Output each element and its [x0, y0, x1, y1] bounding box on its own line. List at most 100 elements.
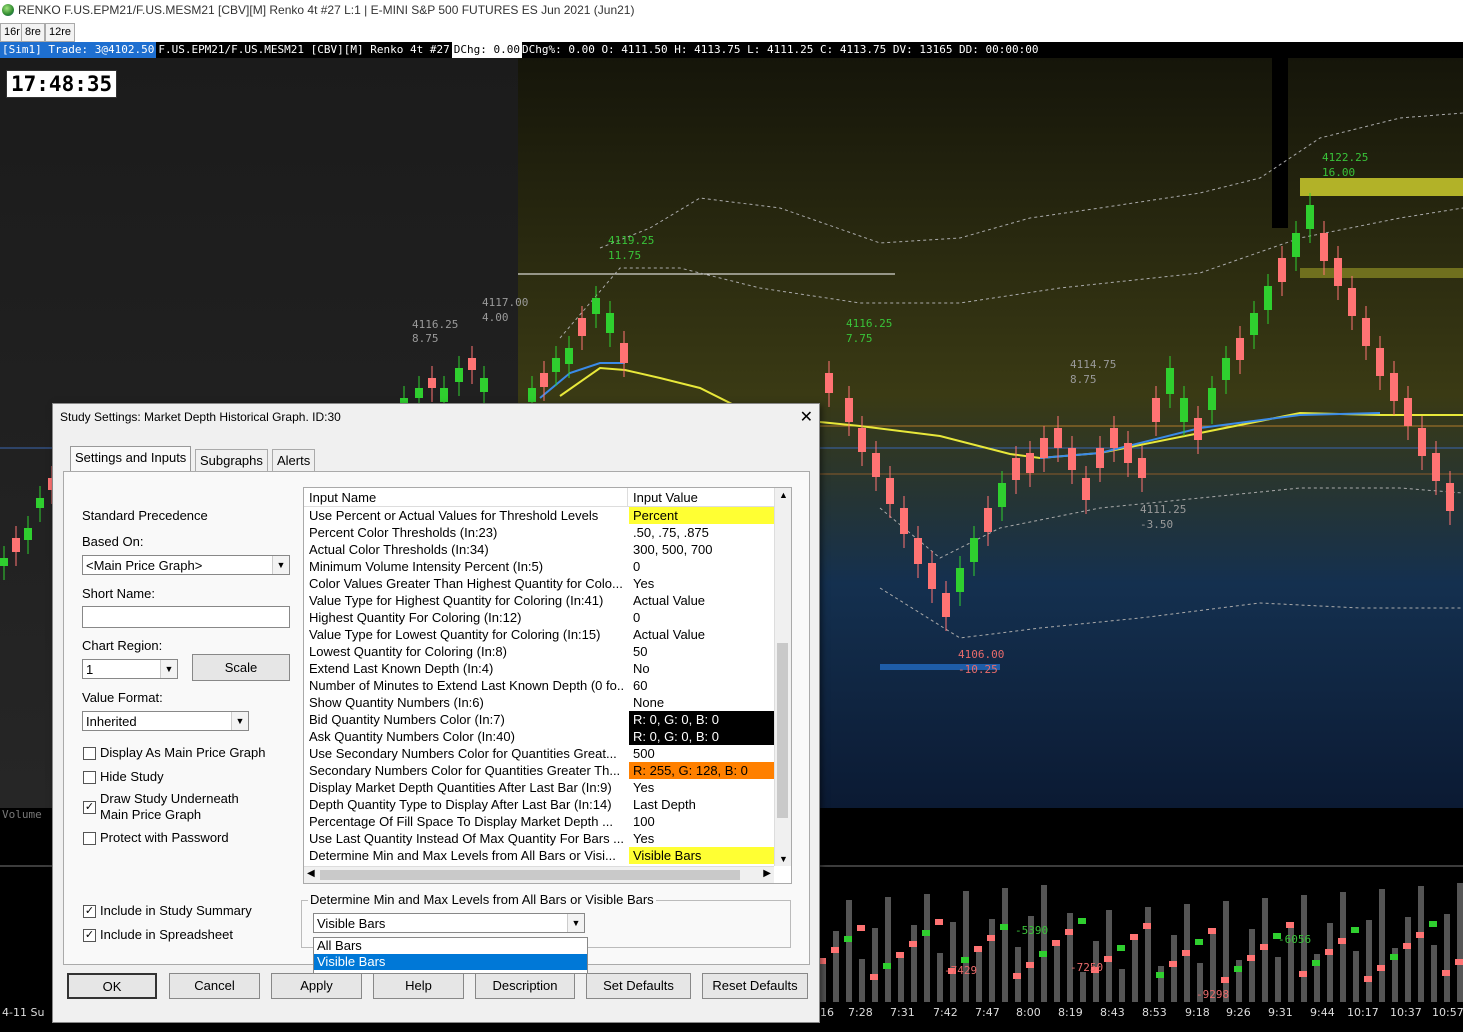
- apply-button[interactable]: Apply: [271, 973, 362, 999]
- volume-bar: [1132, 938, 1138, 1002]
- scroll-up-icon[interactable]: ▲: [779, 490, 788, 500]
- grid-row[interactable]: Ask Quantity Numbers Color (In:40) R: 0, …: [304, 728, 774, 745]
- peak-label-price: 4119.25: [608, 234, 654, 247]
- include-summary-checkbox[interactable]: ✓: [83, 905, 96, 918]
- input-value-cell[interactable]: Actual Value: [629, 626, 774, 643]
- peak-label-delta: -3.50: [1140, 518, 1173, 531]
- input-value-cell[interactable]: Yes: [629, 779, 774, 796]
- input-value-cell[interactable]: 300, 500, 700: [629, 541, 774, 558]
- volume-bar: [1366, 920, 1372, 1002]
- inputs-grid[interactable]: Input Name Input Value Use Percent or Ac…: [303, 487, 792, 884]
- grid-row[interactable]: Use Last Quantity Instead Of Max Quantit…: [304, 830, 774, 847]
- input-value-cell[interactable]: .50, .75, .875: [629, 524, 774, 541]
- grid-row[interactable]: Highest Quantity For Coloring (In:12) 0: [304, 609, 774, 626]
- delta-value: -9298: [1196, 988, 1229, 1001]
- ok-button[interactable]: OK: [67, 973, 157, 999]
- grid-row[interactable]: Use Percent or Actual Values for Thresho…: [304, 507, 774, 524]
- input-value-cell[interactable]: R: 0, G: 0, B: 0: [629, 728, 774, 745]
- chart-tab-8re[interactable]: 8re: [21, 23, 45, 42]
- grid-row[interactable]: Percentage Of Fill Space To Display Mark…: [304, 813, 774, 830]
- time-tick: 8:43: [1100, 1006, 1125, 1019]
- hscroll-thumb[interactable]: [320, 870, 740, 880]
- grid-row[interactable]: Number of Minutes to Extend Last Known D…: [304, 677, 774, 694]
- input-name-cell: Extend Last Known Depth (In:4): [309, 661, 494, 676]
- grid-row[interactable]: Percent Color Thresholds (In:23) .50, .75…: [304, 524, 774, 541]
- grid-row[interactable]: Value Type for Highest Quantity for Colo…: [304, 592, 774, 609]
- cancel-button[interactable]: Cancel: [169, 973, 260, 999]
- grid-row[interactable]: Actual Color Thresholds (In:34) 300, 500,…: [304, 541, 774, 558]
- grid-row[interactable]: Bid Quantity Numbers Color (In:7) R: 0, G…: [304, 711, 774, 728]
- input-value-cell[interactable]: 100: [629, 813, 774, 830]
- draw-underneath-checkbox[interactable]: ✓: [83, 801, 96, 814]
- scale-button[interactable]: Scale: [192, 654, 290, 681]
- grid-row[interactable]: Minimum Volume Intensity Percent (In:5) 0: [304, 558, 774, 575]
- input-value-cell[interactable]: Actual Value: [629, 592, 774, 609]
- delta-bar: [1338, 938, 1346, 944]
- input-value-cell[interactable]: 0: [629, 558, 774, 575]
- reset-defaults-button[interactable]: Reset Defaults: [702, 973, 808, 999]
- short-name-input[interactable]: [82, 606, 290, 628]
- based-on-select[interactable]: <Main Price Graph> ▼: [82, 555, 290, 575]
- grid-row[interactable]: Color Values Greater Than Highest Quanti…: [304, 575, 774, 592]
- description-button[interactable]: Description: [475, 973, 575, 999]
- input-value-cell[interactable]: Last Depth: [629, 796, 774, 813]
- input-value-cell[interactable]: R: 255, G: 128, B: 0: [629, 762, 774, 779]
- input-value-cell[interactable]: None: [629, 694, 774, 711]
- include-spreadsheet-checkbox[interactable]: ✓: [83, 929, 96, 942]
- option-all-bars[interactable]: All Bars: [314, 938, 587, 954]
- chart-info-bar: [Sim1] Trade: 3@4102.50 F.US.EPM21/F.US.M…: [0, 42, 1463, 58]
- value-format-select[interactable]: Inherited ▼: [82, 711, 249, 731]
- grid-vscrollbar[interactable]: ▲ ▼: [774, 488, 791, 866]
- chart-region-select[interactable]: 1 ▼: [82, 659, 178, 679]
- selected-input-label: Determine Min and Max Levels from All Ba…: [308, 892, 656, 907]
- delta-bar: [1455, 959, 1463, 965]
- input-value-cell[interactable]: R: 0, G: 0, B: 0: [629, 711, 774, 728]
- selected-input-select[interactable]: Visible Bars ▼: [313, 913, 585, 933]
- volume-bar: [833, 931, 839, 1002]
- delta-bar: [896, 952, 904, 958]
- grid-header: Input Name Input Value: [304, 488, 774, 507]
- input-name-cell: Percentage Of Fill Space To Display Mark…: [309, 814, 613, 829]
- display-as-main-checkbox[interactable]: [83, 747, 96, 760]
- tab-subgraphs[interactable]: Subgraphs: [195, 449, 268, 472]
- peak-label-delta: 8.75: [412, 332, 439, 345]
- protect-password-checkbox[interactable]: [83, 832, 96, 845]
- input-value-cell[interactable]: Visible Bars: [629, 847, 774, 864]
- delta-value: -7250: [1070, 961, 1103, 974]
- grid-row[interactable]: Display Market Depth Quantities After La…: [304, 779, 774, 796]
- grid-row[interactable]: Value Type for Lowest Quantity for Color…: [304, 626, 774, 643]
- option-visible-bars[interactable]: Visible Bars: [314, 954, 587, 970]
- grid-row[interactable]: Lowest Quantity for Coloring (In:8) 50: [304, 643, 774, 660]
- input-value-cell[interactable]: 0: [629, 609, 774, 626]
- scroll-left-icon[interactable]: ◀: [307, 868, 315, 879]
- chart-tab-12re[interactable]: 12re: [45, 23, 76, 42]
- input-value-cell[interactable]: Yes: [629, 575, 774, 592]
- set-defaults-button[interactable]: Set Defaults: [586, 973, 691, 999]
- grid-row[interactable]: Use Secondary Numbers Color for Quantiti…: [304, 745, 774, 762]
- tab-settings-and-inputs[interactable]: Settings and Inputs: [70, 446, 192, 473]
- peak-label-delta: -10.25: [958, 663, 998, 676]
- input-value-cell[interactable]: Percent: [629, 507, 774, 524]
- volume-bar: [911, 925, 917, 1002]
- grid-row[interactable]: Show Quantity Numbers (In:6) None: [304, 694, 774, 711]
- hide-study-checkbox[interactable]: [83, 771, 96, 784]
- grid-row[interactable]: Determine Min and Max Levels from All Ba…: [304, 847, 774, 864]
- grid-row[interactable]: Extend Last Known Depth (In:4) No: [304, 660, 774, 677]
- delta-bar: [1065, 929, 1073, 935]
- input-value-cell[interactable]: Yes: [629, 830, 774, 847]
- grid-hscrollbar[interactable]: ◀ ▶: [304, 866, 774, 883]
- scroll-thumb[interactable]: [777, 643, 788, 818]
- close-icon[interactable]: ✕: [800, 407, 813, 427]
- scroll-right-icon[interactable]: ▶: [763, 868, 771, 879]
- input-value-cell[interactable]: 500: [629, 745, 774, 762]
- scroll-down-icon[interactable]: ▼: [779, 854, 788, 864]
- input-value-cell[interactable]: 60: [629, 677, 774, 694]
- delta-bar: [909, 941, 917, 947]
- help-button[interactable]: Help: [373, 973, 464, 999]
- input-value-cell[interactable]: No: [629, 660, 774, 677]
- grid-row[interactable]: Secondary Numbers Color for Quantities G…: [304, 762, 774, 779]
- chart-clock: 17:48:35: [6, 70, 118, 98]
- tab-alerts[interactable]: Alerts: [272, 449, 316, 472]
- input-value-cell[interactable]: 50: [629, 643, 774, 660]
- grid-row[interactable]: Depth Quantity Type to Display After Las…: [304, 796, 774, 813]
